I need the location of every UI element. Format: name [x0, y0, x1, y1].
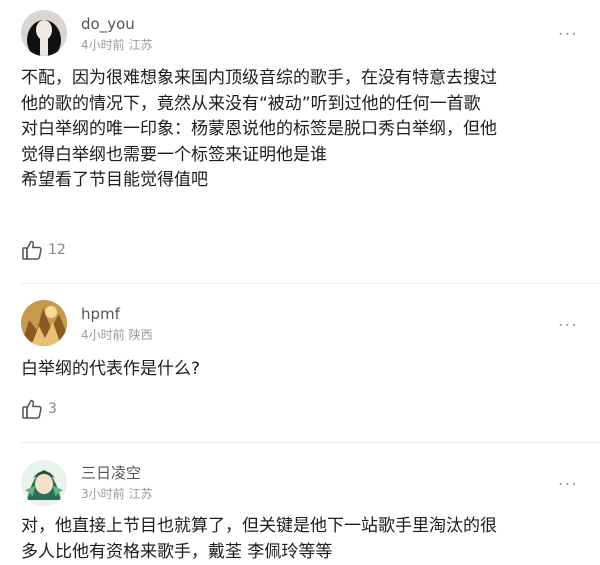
comment-meta: 3小时前江苏 — [81, 487, 157, 501]
username[interactable]: do_you — [81, 15, 135, 33]
comment-line: 白举纲的代表作是什么? — [21, 357, 586, 383]
timestamp: 4小时前 — [81, 328, 125, 342]
comment-line: 他的歌的情况下，竟然从来没有“被动”听到过他的任何一首歌 — [21, 92, 586, 118]
comment-line: 不配，因为很难想象来国内顶级音综的歌手，在没有特意去搜过 — [21, 66, 586, 92]
comment-item: hpmf 4小时前陕西 ··· 白举纲的代表作是什么? 3 — [0, 284, 600, 444]
comment-line: 对，他直接上节目也就算了，但关键是他下一站歌手里淘汰的很 — [21, 514, 586, 540]
avatar[interactable] — [21, 460, 67, 506]
comment-body: 不配，因为很难想象来国内顶级音综的歌手，在没有特意去搜过 他的歌的情况下，竟然从… — [21, 66, 586, 194]
comment-body: 白举纲的代表作是什么? — [21, 357, 586, 383]
timestamp: 4小时前 — [81, 38, 125, 52]
username[interactable]: hpmf — [81, 305, 120, 323]
comment-line: 希望看了节目能觉得值吧 — [21, 168, 586, 194]
comment-item: 三日凌空 3小时前江苏 ··· 对，他直接上节目也就算了，但关键是他下一站歌手里… — [0, 443, 600, 561]
comment-line: 觉得白举纲也需要一个标签来证明他是谁 — [21, 143, 586, 169]
timestamp: 3小时前 — [81, 487, 125, 501]
more-options-icon[interactable]: ··· — [558, 30, 578, 40]
more-options-icon[interactable]: ··· — [558, 480, 578, 490]
comment-line: 对白举纲的唯一印象：杨蒙恩说他的标签是脱口秀白举纲，但他 — [21, 117, 586, 143]
avatar[interactable] — [21, 300, 67, 346]
thumbs-up-icon — [21, 239, 43, 261]
like-button[interactable]: 3 — [21, 398, 57, 420]
comment-meta: 4小时前陕西 — [81, 328, 157, 342]
thumbs-up-icon — [21, 398, 43, 420]
location: 江苏 — [129, 487, 153, 501]
location: 江苏 — [129, 38, 153, 52]
username[interactable]: 三日凌空 — [81, 464, 141, 482]
like-button[interactable]: 12 — [21, 239, 66, 261]
comment-line: 多人比他有资格来歌手，戴荃 李佩玲等等 — [21, 540, 586, 565]
more-options-icon[interactable]: ··· — [558, 321, 578, 331]
like-count: 12 — [48, 242, 66, 258]
comment-body: 对，他直接上节目也就算了，但关键是他下一站歌手里淘汰的很 多人比他有资格来歌手，… — [21, 514, 586, 565]
comment-meta: 4小时前江苏 — [81, 38, 157, 52]
location: 陕西 — [129, 328, 153, 342]
like-count: 3 — [48, 401, 57, 417]
avatar[interactable] — [21, 10, 67, 56]
comment-item: do_you 4小时前江苏 ··· 不配，因为很难想象来国内顶级音综的歌手，在没… — [0, 0, 600, 280]
